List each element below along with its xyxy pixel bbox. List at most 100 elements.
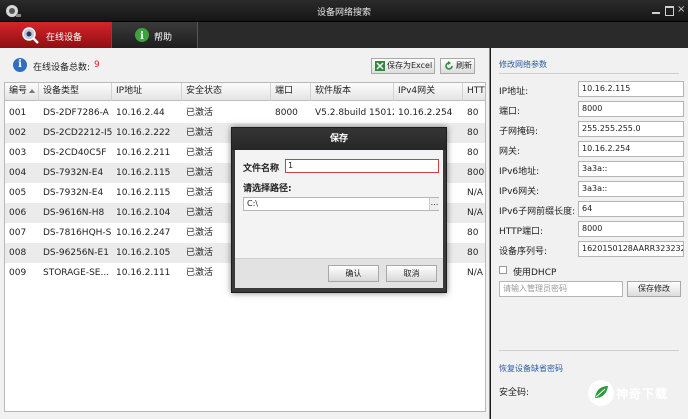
table-cell: 80 — [467, 108, 479, 118]
table-cell: DS-7816HQH-SH — [43, 228, 112, 238]
table-cell: 10.16.2.247 — [116, 228, 171, 238]
refresh-label: 刷新 — [456, 61, 472, 70]
help-icon-glyph: i — [140, 31, 144, 42]
tab-help[interactable]: i 帮助 — [112, 22, 198, 48]
table-cell: 10.16.2.104 — [116, 208, 171, 218]
network-params-title: 修改网络参数 — [499, 60, 547, 69]
column-header[interactable]: 端口 — [271, 83, 311, 101]
admin-password-input[interactable]: 请输入管理员密码 — [499, 281, 623, 297]
field-label: IPv6地址: — [499, 167, 540, 177]
table-cell: 已激活 — [186, 108, 214, 118]
table-cell: N/A — [467, 208, 483, 218]
tab-online-devices[interactable]: 在线设备 — [0, 22, 112, 48]
table-cell: N/A — [467, 188, 483, 198]
table-cell: 10.16.2.115 — [116, 168, 171, 178]
leaf-icon — [588, 380, 614, 406]
maximize-button[interactable] — [664, 5, 674, 16]
table-cell: 001 — [9, 108, 27, 118]
cancel-button[interactable]: 取消 — [386, 265, 437, 282]
column-header[interactable]: 软件版本 — [311, 83, 394, 101]
column-header[interactable]: IPv4网关 — [394, 83, 463, 101]
table-cell: DS-9616N-H8 — [43, 208, 105, 218]
save-excel-label: 保存为Excel — [387, 61, 433, 70]
table-cell: 008 — [9, 248, 27, 258]
field-label: IPv6子网前缀长度: — [499, 207, 576, 217]
confirm-button[interactable]: 确认 — [328, 265, 379, 282]
table-cell: 80 — [467, 128, 479, 138]
refresh-icon — [445, 61, 453, 70]
excel-icon — [375, 61, 385, 71]
field-label: 端口: — [499, 107, 521, 117]
filename-input[interactable]: 1 — [285, 159, 439, 173]
dialog-title: 保存 — [232, 128, 446, 150]
table-cell: DS-2DF7286-A — [43, 108, 109, 118]
field-input[interactable]: 3a3a:: — [578, 181, 684, 197]
field-input[interactable]: 8000 — [578, 221, 684, 237]
table-header: 编号 设备类型 IP地址 安全状态 端口 软件版本 IPv4网关 HTT — [5, 83, 485, 101]
filename-label: 文件名称 — [243, 164, 280, 174]
table-cell: 006 — [9, 208, 27, 218]
column-header[interactable]: 安全状态 — [182, 83, 271, 101]
table-cell: 10.16.2.111 — [116, 268, 171, 278]
field-label: 设备序列号: — [499, 247, 548, 257]
tab-online-label: 在线设备 — [46, 33, 83, 43]
table-cell: 007 — [9, 228, 27, 238]
table-cell: DS-2CD2212-I5 — [43, 128, 112, 138]
dialog-footer: 确认 取消 — [235, 258, 443, 288]
column-header[interactable]: IP地址 — [112, 83, 182, 101]
sort-asc-icon — [29, 89, 35, 93]
table-cell: 80 — [467, 228, 479, 238]
field-input[interactable]: 10.16.2.115 — [578, 81, 684, 97]
network-params-panel: 修改网络参数 IP地址: 10.16.2.115 端口: 8000 子网掩码: 255.2… — [491, 48, 688, 419]
info-icon: i — [135, 28, 149, 42]
table-cell: 10.16.2.115 — [116, 188, 171, 198]
field-input[interactable]: 1620150128AARR323232 — [578, 241, 684, 257]
field-input[interactable]: 10.16.2.254 — [578, 141, 684, 157]
table-cell: 80 — [467, 148, 479, 158]
table-cell: 10.16.2.222 — [116, 128, 171, 138]
table-cell: 800 — [467, 168, 485, 178]
field-input[interactable]: 255.255.255.0 — [578, 121, 684, 137]
table-cell: 009 — [9, 268, 27, 278]
window-title: 设备网络搜索 — [316, 8, 371, 18]
column-header[interactable]: 编号 — [5, 83, 39, 101]
table-cell: DS-96256N-E1 — [43, 248, 109, 258]
field-input[interactable]: 3a3a:: — [578, 161, 684, 177]
browse-button[interactable]: ... — [429, 198, 439, 210]
save-dialog: 保存 文件名称 1 请选择路径: C:\ ... 确认 取消 — [231, 127, 447, 293]
column-header-label: 编号 — [9, 86, 28, 96]
security-code-label: 安全码: — [499, 388, 530, 398]
table-row[interactable]: 001 DS-2DF7286-A 10.16.2.44 已激活 8000 V5.2.8bu… — [5, 103, 485, 123]
dhcp-checkbox[interactable] — [499, 266, 507, 274]
refresh-button[interactable]: 刷新 — [440, 58, 475, 74]
field-input[interactable]: 64 — [578, 201, 684, 217]
path-label: 请选择路径: — [243, 184, 292, 194]
field-label: IPv6网关: — [499, 187, 540, 197]
magnifier-camera-icon — [22, 27, 39, 44]
divider — [499, 350, 679, 351]
watermark-text: 神奇下载 — [616, 387, 669, 401]
table-cell: 80 — [467, 248, 479, 258]
watermark-logo: 神奇下载 — [588, 380, 684, 406]
divider — [499, 73, 679, 74]
tab-help-label: 帮助 — [154, 33, 173, 43]
minimize-button[interactable] — [651, 5, 661, 15]
table-cell: DS-7932N-E4 — [43, 168, 104, 178]
table-cell: STORAGE-SE... — [43, 268, 110, 278]
save-excel-button[interactable]: 保存为Excel — [371, 58, 435, 74]
field-label: 子网掩码: — [499, 127, 539, 137]
device-count-value: 9 — [94, 60, 100, 70]
table-cell: V5.2.8build 150124 — [315, 108, 394, 118]
save-changes-button[interactable]: 保存修改 — [627, 281, 681, 297]
tab-bar: 在线设备 i 帮助 — [0, 22, 688, 48]
field-label: IP地址: — [499, 87, 529, 97]
path-input[interactable]: C:\ — [243, 197, 439, 211]
column-header[interactable]: 设备类型 — [39, 83, 112, 101]
field-input[interactable]: 8000 — [578, 101, 684, 117]
column-header[interactable]: HTT — [463, 83, 485, 101]
close-icon[interactable]: × — [677, 5, 687, 15]
table-cell: DS-2CD40C5F — [43, 148, 107, 158]
table-cell: 004 — [9, 168, 27, 178]
table-cell: DS-7932N-E4 — [43, 188, 104, 198]
table-cell: 10.16.2.211 — [116, 148, 171, 158]
